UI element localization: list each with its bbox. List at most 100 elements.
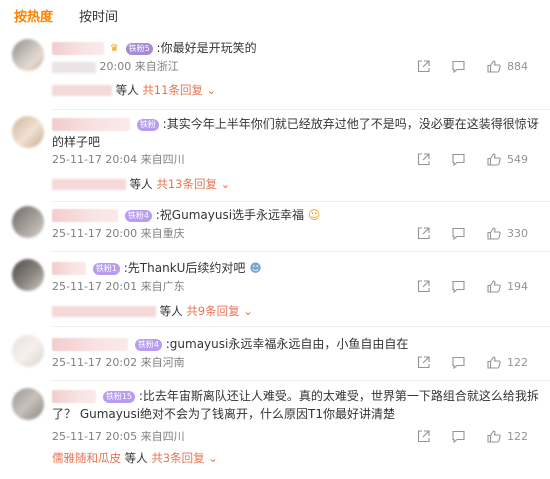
share-icon: [417, 227, 430, 240]
comment-actions: 330: [417, 227, 528, 240]
comment-icon: [452, 356, 465, 369]
avatar[interactable]: [12, 39, 44, 71]
comment-time: 20:00: [99, 60, 132, 73]
chevron-down-icon[interactable]: ⌄: [208, 451, 218, 465]
view-replies-link[interactable]: 共3条回复: [151, 451, 204, 465]
tab-time[interactable]: 按时间: [79, 9, 118, 29]
reply-user-link[interactable]: 儒雅随和瓜皮: [52, 451, 121, 465]
reply-summary: 儒雅随和瓜皮 等人 共3条回复 ⌄: [52, 448, 218, 468]
thumbs-up-icon: [487, 227, 501, 240]
comment-button[interactable]: [452, 430, 465, 443]
comment-location: 来自广东: [140, 280, 185, 293]
like-count: 122: [507, 430, 528, 443]
share-button[interactable]: [417, 227, 430, 240]
view-replies-link[interactable]: 共13条回复: [156, 177, 217, 191]
comment-item: 铁粉1 :先ThankU后续约对吧 ☻ 25-11-17 20:01 来自广东 …: [0, 256, 550, 328]
share-icon: [417, 280, 430, 293]
cheer-emoji-icon: ☺: [307, 208, 321, 222]
comment-text: :先ThankU后续约对吧: [123, 261, 246, 275]
comment-actions: 194: [417, 280, 528, 293]
divider: [52, 109, 550, 110]
like-count: 549: [507, 153, 528, 166]
avatar[interactable]: [12, 335, 44, 367]
share-icon: [417, 153, 430, 166]
smile-emoji-icon: ☻: [249, 261, 262, 275]
thumbs-up-icon: [487, 356, 501, 369]
avatar[interactable]: [12, 388, 44, 420]
avatar[interactable]: [12, 116, 44, 148]
comment-icon: [452, 227, 465, 240]
comment-icon: [452, 280, 465, 293]
divider: [52, 251, 550, 252]
chevron-down-icon[interactable]: ⌄: [243, 304, 253, 318]
fan-badge: 铁粉: [136, 118, 159, 131]
tab-hot[interactable]: 按热度: [14, 9, 53, 29]
like-button[interactable]: 330: [487, 227, 528, 240]
share-button[interactable]: [417, 153, 430, 166]
reply-summary: 等人 共9条回复 ⌄: [52, 301, 253, 321]
comment-actions: 122: [417, 430, 528, 443]
avatar[interactable]: [12, 259, 44, 291]
comment-text-continued: 了？ Gumayusi绝对不会为了钱离开，什么原因T1你最好讲清楚: [52, 407, 396, 421]
like-button[interactable]: 194: [487, 280, 528, 293]
comment-button[interactable]: [452, 60, 465, 73]
comment-icon: [452, 430, 465, 443]
share-icon: [417, 356, 430, 369]
username[interactable]: [52, 118, 130, 131]
comment-button[interactable]: [452, 227, 465, 240]
comment-location: 来自四川: [140, 430, 185, 443]
comment-actions: 884: [417, 60, 528, 73]
comment-text: :gumayusi永远幸福永远自由，小鱼自由自在: [165, 337, 409, 351]
username[interactable]: [52, 42, 104, 55]
share-icon: [417, 60, 430, 73]
chevron-down-icon[interactable]: ⌄: [207, 83, 217, 97]
like-button[interactable]: 549: [487, 153, 528, 166]
share-button[interactable]: [417, 60, 430, 73]
username[interactable]: [52, 390, 96, 403]
comment-actions: 122: [417, 356, 528, 369]
username[interactable]: [52, 338, 128, 351]
comment-text: :比去年宙斯离队还让人难受。真的太难受，世界第一下路组合就这么给我拆: [138, 389, 539, 403]
share-icon: [417, 430, 430, 443]
like-button[interactable]: 884: [487, 60, 528, 73]
fan-badge: 铁粉1: [92, 262, 120, 275]
comment-item: 铁粉15 :比去年宙斯离队还让人难受。真的太难受，世界第一下路组合就这么给我拆 …: [0, 384, 550, 479]
comment-meta: 25-11-17 20:04 来自四川: [52, 152, 185, 168]
view-replies-link[interactable]: 共9条回复: [186, 304, 239, 318]
avatar[interactable]: [12, 206, 44, 238]
comment-item: 铁粉4 :gumayusi永远幸福永远自由，小鱼自由自在 25-11-17 20…: [0, 332, 550, 382]
reply-summary: 等人 共13条回复 ⌄: [52, 174, 230, 194]
comment-time: 25-11-17 20:00: [52, 227, 138, 240]
reply-suffix: 等人: [115, 83, 139, 97]
divider: [52, 326, 550, 327]
username[interactable]: [52, 262, 86, 275]
comment-location: 来自四川: [140, 153, 185, 166]
divider: [52, 380, 550, 381]
comment-button[interactable]: [452, 280, 465, 293]
like-button[interactable]: 122: [487, 356, 528, 369]
crown-icon: ♛: [109, 42, 119, 54]
like-button[interactable]: 122: [487, 430, 528, 443]
sort-tabs: 按热度 按时间: [14, 9, 118, 29]
comment-button[interactable]: [452, 356, 465, 369]
view-replies-link[interactable]: 共11条回复: [142, 83, 203, 97]
comment-meta: 25-11-17 20:05 来自四川: [52, 429, 185, 445]
share-button[interactable]: [417, 280, 430, 293]
comment-text: :祝Gumayusi选手永远幸福: [155, 208, 305, 222]
like-count: 194: [507, 280, 528, 293]
reply-suffix: 等人: [124, 451, 148, 465]
comment-icon: [452, 60, 465, 73]
thumbs-up-icon: [487, 280, 501, 293]
chevron-down-icon[interactable]: ⌄: [221, 177, 231, 191]
comment-actions: 549: [417, 153, 528, 166]
comment-text: :其实今年上半年你们就已经放弃过他了不是吗，没必要在这装得很惊讶: [162, 117, 539, 131]
fan-badge: 铁粉4: [134, 338, 162, 351]
share-button[interactable]: [417, 356, 430, 369]
comment-button[interactable]: [452, 153, 465, 166]
reply-suffix: 等人: [129, 177, 153, 191]
share-button[interactable]: [417, 430, 430, 443]
comment-location: 来自浙江: [134, 60, 179, 73]
divider: [52, 201, 550, 202]
comment-location: 来自重庆: [140, 227, 185, 240]
username[interactable]: [52, 209, 118, 222]
